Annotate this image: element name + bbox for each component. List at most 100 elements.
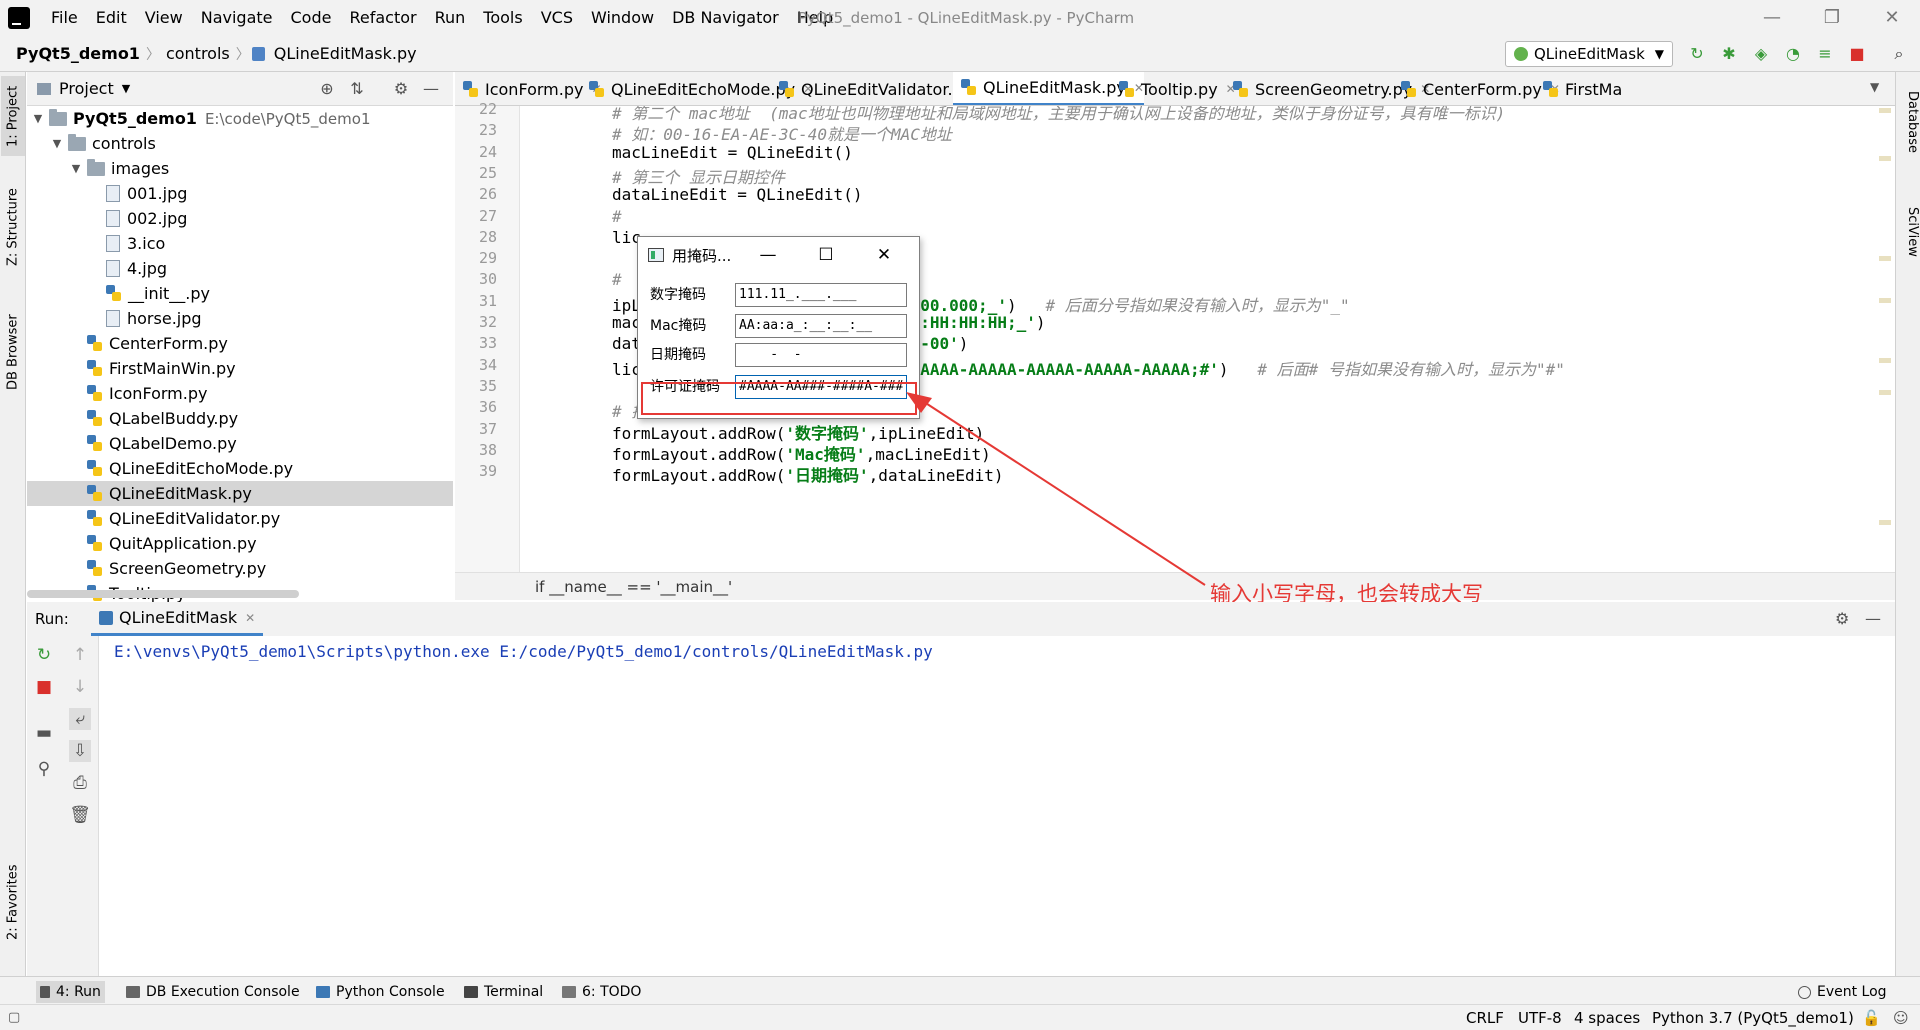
event-log-icon bbox=[1798, 985, 1811, 999]
layout-toggle-icon[interactable]: ▢ bbox=[8, 1007, 20, 1029]
profile-icon[interactable]: ◔ bbox=[1782, 44, 1804, 64]
chevron-down-icon[interactable]: ▼ bbox=[69, 162, 83, 175]
editor-tab[interactable]: FirstMa bbox=[1535, 72, 1622, 105]
indent-setting[interactable]: 4 spaces bbox=[1574, 1007, 1640, 1029]
scroll-to-end-icon[interactable]: ⇩ bbox=[69, 740, 91, 762]
tab-project[interactable]: 1: Project bbox=[1, 76, 25, 156]
dialog-maximize-icon[interactable]: ☐ bbox=[814, 243, 838, 267]
stop-icon[interactable]: ■ bbox=[33, 676, 55, 698]
arrow-down-icon[interactable]: ↓ bbox=[69, 676, 91, 698]
run-configuration-select[interactable]: QLineEditMask ▼ bbox=[1505, 41, 1673, 67]
tree-root[interactable]: ▼ PyQt5_demo1 E:\code\PyQt5_demo1 bbox=[27, 106, 453, 131]
gear-icon[interactable]: ⚙ bbox=[391, 79, 411, 99]
file-encoding[interactable]: UTF-8 bbox=[1518, 1007, 1562, 1029]
lock-icon[interactable]: 🔓 bbox=[1862, 1007, 1881, 1029]
rerun-icon[interactable]: ↻ bbox=[33, 644, 55, 666]
concurrency-icon[interactable]: ≡ bbox=[1814, 44, 1836, 64]
dialog-mask-input[interactable]: 111.11_.___.___ bbox=[735, 283, 907, 307]
print-icon[interactable]: ⎙ bbox=[69, 772, 91, 794]
trash-icon[interactable]: 🗑 bbox=[69, 804, 91, 826]
layout-icon[interactable]: ▬ bbox=[33, 722, 55, 744]
editor-scrollbar[interactable] bbox=[1877, 106, 1891, 572]
run-tab[interactable]: QLineEditMask ✕ bbox=[91, 602, 264, 636]
close-window-icon[interactable]: ✕ bbox=[1880, 6, 1904, 30]
editor-tab[interactable]: Tooltip.py ✕ bbox=[1111, 72, 1236, 105]
dialog-minimize-icon[interactable]: — bbox=[756, 243, 780, 267]
chevron-down-icon[interactable]: ▼ bbox=[1870, 80, 1879, 94]
restore-window-icon[interactable]: ❐ bbox=[1820, 6, 1844, 30]
chevron-down-icon[interactable]: ▼ bbox=[50, 137, 64, 150]
tree-item[interactable]: ▼ controls bbox=[27, 131, 453, 156]
stop-icon[interactable]: ■ bbox=[1846, 44, 1868, 64]
tree-item[interactable]: QLineEditEchoMode.py bbox=[27, 456, 453, 481]
menu-item-run[interactable]: Run bbox=[426, 0, 475, 36]
project-tree-scrollbar[interactable] bbox=[27, 590, 299, 598]
menu-item-navigate[interactable]: Navigate bbox=[192, 0, 282, 36]
pin-icon[interactable]: ⚲ bbox=[33, 758, 55, 780]
tree-item[interactable]: 001.jpg bbox=[27, 181, 453, 206]
tree-item[interactable]: CenterForm.py bbox=[27, 331, 453, 356]
tab-python-console-label: Python Console bbox=[336, 984, 445, 1000]
tree-item[interactable]: QuitApplication.py bbox=[27, 531, 453, 556]
hide-icon[interactable]: — bbox=[1865, 609, 1881, 628]
rerun-icon[interactable]: ↻ bbox=[1686, 44, 1708, 64]
menu-item-edit[interactable]: Edit bbox=[87, 0, 136, 36]
tab-sciview[interactable]: SciView bbox=[1898, 192, 1920, 272]
menu-item-tools[interactable]: Tools bbox=[474, 0, 531, 36]
tab-todo[interactable]: 6: TODO bbox=[562, 981, 641, 1003]
tree-item[interactable]: 002.jpg bbox=[27, 206, 453, 231]
breadcrumb-project[interactable]: PyQt5_demo1 bbox=[12, 44, 144, 63]
tree-item[interactable]: FirstMainWin.py bbox=[27, 356, 453, 381]
line-separator[interactable]: CRLF bbox=[1466, 1007, 1504, 1029]
tab-db-console[interactable]: DB Execution Console bbox=[126, 981, 300, 1003]
tree-item[interactable]: ▼ images bbox=[27, 156, 453, 181]
tab-favorites[interactable]: 2: Favorites bbox=[1, 852, 25, 952]
dialog-close-icon[interactable]: ✕ bbox=[872, 243, 896, 267]
chevron-down-icon[interactable]: ▼ bbox=[122, 82, 130, 95]
python-interpreter[interactable]: Python 3.7 (PyQt5_demo1) bbox=[1652, 1007, 1854, 1029]
tree-item[interactable]: horse.jpg bbox=[27, 306, 453, 331]
tree-item[interactable]: QLineEditValidator.py bbox=[27, 506, 453, 531]
coverage-icon[interactable]: ◈ bbox=[1750, 44, 1772, 64]
tree-item[interactable]: QLabelBuddy.py bbox=[27, 406, 453, 431]
tab-python-console[interactable]: Python Console bbox=[316, 981, 445, 1003]
close-icon[interactable]: ✕ bbox=[245, 611, 255, 625]
breadcrumb-folder[interactable]: controls bbox=[162, 44, 234, 63]
dialog-mask-input[interactable]: AA:aa:a_:__:__:__ bbox=[735, 314, 907, 338]
locate-icon[interactable]: ⊕ bbox=[317, 79, 337, 99]
tree-item[interactable]: IconForm.py bbox=[27, 381, 453, 406]
menu-item-window[interactable]: Window bbox=[582, 0, 663, 36]
tab-run[interactable]: 4: Run bbox=[36, 981, 105, 1003]
menu-item-refactor[interactable]: Refactor bbox=[340, 0, 425, 36]
tab-db-browser[interactable]: DB Browser bbox=[1, 302, 25, 402]
tree-item[interactable]: __init__.py bbox=[27, 281, 453, 306]
gear-icon[interactable]: ⚙ bbox=[1835, 609, 1849, 628]
arrow-up-icon[interactable]: ↑ bbox=[69, 644, 91, 666]
tree-item[interactable]: QLineEditMask.py bbox=[27, 481, 453, 506]
dialog-mask-input[interactable]: - - bbox=[735, 343, 907, 367]
menu-item-db-navigator[interactable]: DB Navigator bbox=[663, 0, 788, 36]
project-panel-title[interactable]: Project bbox=[59, 79, 114, 98]
run-console[interactable]: E:\venvs\PyQt5_demo1\Scripts\python.exe … bbox=[100, 636, 1895, 976]
collapse-all-icon[interactable]: ⇅ bbox=[347, 79, 367, 99]
tab-terminal[interactable]: Terminal bbox=[464, 981, 543, 1003]
event-log[interactable]: Event Log bbox=[1798, 981, 1887, 1003]
inspector-icon[interactable]: ☺ bbox=[1893, 1007, 1909, 1029]
search-icon[interactable]: ⌕ bbox=[1888, 44, 1910, 64]
breadcrumb-file[interactable]: QLineEditMask.py bbox=[270, 44, 421, 63]
menu-item-view[interactable]: View bbox=[136, 0, 192, 36]
tree-item[interactable]: ScreenGeometry.py bbox=[27, 556, 453, 581]
menu-item-file[interactable]: File bbox=[42, 0, 87, 36]
tree-item[interactable]: QLabelDemo.py bbox=[27, 431, 453, 456]
menu-item-vcs[interactable]: VCS bbox=[532, 0, 582, 36]
tree-item[interactable]: 4.jpg bbox=[27, 256, 453, 281]
soft-wrap-icon[interactable]: ⤶ bbox=[69, 708, 91, 730]
tree-item[interactable]: 3.ico bbox=[27, 231, 453, 256]
tab-structure[interactable]: Z: Structure bbox=[1, 182, 25, 272]
debug-icon[interactable]: ✱ bbox=[1718, 44, 1740, 64]
code-breadcrumb[interactable]: if __name__ == '__main__' bbox=[455, 572, 1895, 600]
hide-icon[interactable]: — bbox=[421, 79, 441, 99]
minimize-window-icon[interactable]: — bbox=[1760, 6, 1784, 30]
tab-database[interactable]: Database bbox=[1898, 82, 1920, 162]
menu-item-code[interactable]: Code bbox=[282, 0, 341, 36]
